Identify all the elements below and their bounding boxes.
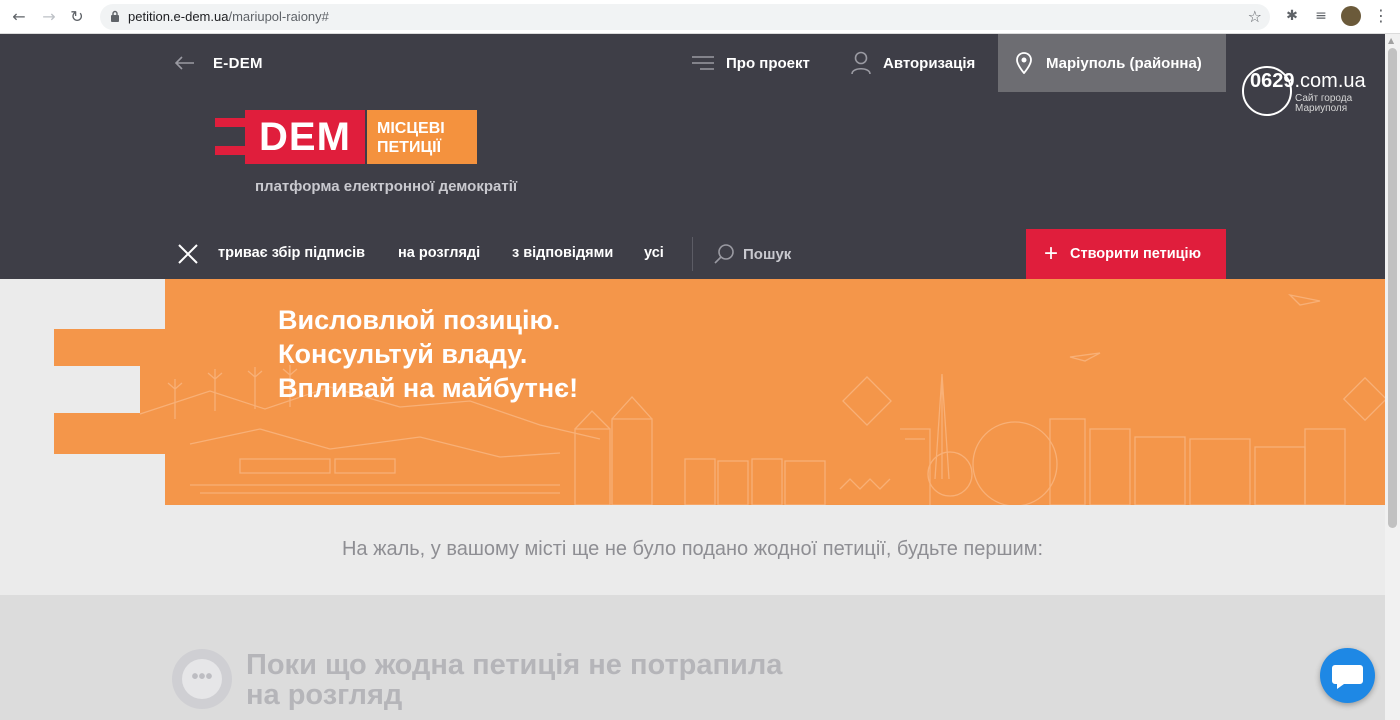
- city-selector[interactable]: Маріуполь (районна): [998, 34, 1226, 92]
- logo-line1: МІСЦЕВІ: [377, 120, 445, 137]
- create-petition-label: Створити петицію: [1070, 246, 1201, 262]
- scrollbar-thumb[interactable]: [1388, 48, 1397, 528]
- browser-toolbar: ← → ↻ petition.e-dem.ua/mariupol-raiony#…: [0, 0, 1400, 34]
- city-label: Маріуполь (районна): [1046, 54, 1202, 72]
- ellipsis-icon: •••: [182, 659, 222, 699]
- logo-subtitle: МІСЦЕВІ ПЕТИЦІЇ: [367, 110, 477, 164]
- create-petition-button[interactable]: + Створити петицію: [1026, 229, 1226, 279]
- logo-line2: ПЕТИЦІЇ: [377, 139, 441, 156]
- search-icon: [714, 244, 734, 264]
- badge-domain: 0629.com.ua: [1250, 70, 1366, 92]
- logo-dem-text: DEM: [245, 110, 365, 164]
- about-label: Про проект: [726, 54, 810, 72]
- logo-stripe: [215, 118, 249, 127]
- hero-slogan: Висловлюй позицію. Консультуй владу. Впл…: [278, 303, 578, 405]
- back-to-edem-link[interactable]: E-DEM: [175, 54, 263, 72]
- search-label: Пошук: [743, 245, 792, 263]
- arrow-left-icon: [175, 56, 194, 70]
- plus-icon: +: [1044, 240, 1059, 267]
- bookmark-star-icon[interactable]: ☆: [1248, 7, 1262, 26]
- logo-stripe: [215, 146, 249, 155]
- close-icon[interactable]: [177, 243, 199, 265]
- chat-bubble-icon: [1332, 665, 1363, 689]
- tagline: платформа електронної демократії: [255, 178, 518, 195]
- user-icon: [851, 51, 871, 75]
- empty-state-icon: •••: [172, 649, 232, 709]
- no-petitions-message: На жаль, у вашому місті ще не було подан…: [341, 538, 1044, 560]
- location-pin-icon: [1016, 52, 1032, 74]
- dem-local-petitions-logo[interactable]: DEM МІСЦЕВІ ПЕТИЦІЇ: [215, 110, 485, 170]
- tab-under-review[interactable]: на розгляді: [398, 245, 480, 261]
- browser-back-icon[interactable]: ←: [8, 6, 30, 28]
- petition-filter-nav: триває збір підписів на розгляді з відпо…: [0, 229, 1385, 279]
- tab-collecting-signatures[interactable]: триває збір підписів: [218, 245, 365, 261]
- extensions-puzzle-icon[interactable]: ✱: [1283, 7, 1301, 25]
- back-label: E-DEM: [213, 54, 263, 72]
- browser-reload-icon[interactable]: ↻: [66, 6, 88, 28]
- hero-city-illustration: [54, 279, 1385, 505]
- media-queue-icon[interactable]: ≡: [1312, 7, 1330, 25]
- hero-line2: Консультуй владу.: [278, 339, 528, 369]
- site-header: E-DEM Про проект Авторизація Маріуполь (…: [0, 34, 1385, 279]
- browser-menu-icon[interactable]: ⋮: [1373, 6, 1389, 25]
- site-0629-badge[interactable]: 0629.com.ua Сайт города Мариуполя: [1240, 64, 1380, 120]
- empty-title-line1: Поки що жодна петиція не потрапила: [246, 649, 783, 681]
- address-bar[interactable]: petition.e-dem.ua/mariupol-raiony# ☆: [100, 4, 1270, 30]
- login-label: Авторизація: [883, 54, 976, 72]
- hero-line1: Висловлюй позицію.: [278, 305, 561, 335]
- url-text: petition.e-dem.ua/mariupol-raiony#: [128, 9, 329, 24]
- empty-review-title: Поки що жодна петиція не потрапила на ро…: [246, 650, 866, 710]
- login-link[interactable]: Авторизація: [851, 50, 975, 76]
- badge-subtitle: Сайт города Мариуполя: [1295, 93, 1353, 114]
- menu-lines-icon: [692, 56, 714, 70]
- page-scrollbar[interactable]: ▲: [1385, 34, 1400, 720]
- about-project-link[interactable]: Про проект: [692, 50, 810, 76]
- empty-title-line2: на розгляд: [246, 679, 403, 711]
- lock-icon: [111, 10, 119, 22]
- browser-forward-icon[interactable]: →: [38, 6, 60, 28]
- tab-all[interactable]: усі: [644, 245, 664, 261]
- nav-divider: [692, 237, 693, 271]
- hero-line3: Впливай на майбутнє!: [278, 373, 579, 403]
- profile-avatar[interactable]: [1341, 6, 1361, 26]
- tab-answered[interactable]: з відповідями: [512, 245, 613, 261]
- chat-widget-button[interactable]: [1320, 648, 1375, 703]
- scroll-up-icon[interactable]: ▲: [1388, 36, 1394, 45]
- empty-review-section: ••• Поки що жодна петиція не потрапила н…: [0, 595, 1385, 720]
- hero-banner: Висловлюй позицію. Консультуй владу. Впл…: [0, 279, 1385, 505]
- search-button[interactable]: Пошук: [713, 243, 791, 265]
